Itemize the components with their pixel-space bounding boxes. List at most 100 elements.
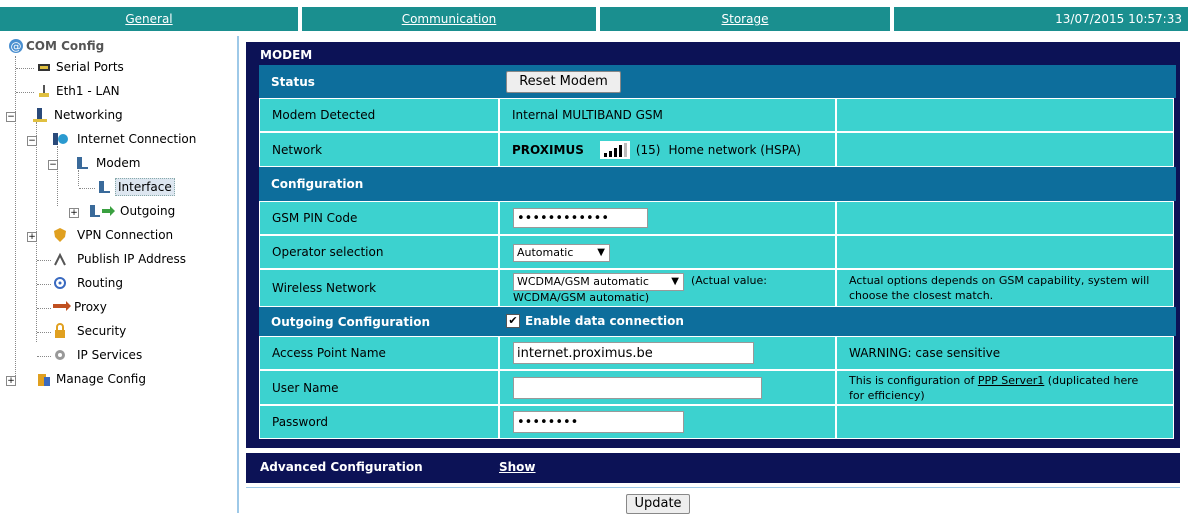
wireless-actual-line1: (Actual value: [691,274,768,287]
enable-data-checkbox[interactable]: ✔ [506,314,520,328]
network-operator: PROXIMUS [512,142,584,157]
username-note-line2: for efficiency) [849,389,925,402]
collapse-internet-connection[interactable]: − [27,136,37,146]
update-button[interactable]: Update [626,494,690,514]
row-password: Password [259,405,1176,439]
lock-icon [55,323,65,338]
tree-item-label: Modem [96,156,141,170]
wireless-actual-line2: WCDMA/GSM automatic) [513,291,650,304]
tree-line [37,308,51,309]
svg-text:@: @ [11,40,22,53]
empty-note [836,405,1174,439]
signal-strength-icon [599,140,630,159]
wireless-note: Actual options depends on GSM capability… [836,269,1174,307]
datetime-display: 13/07/2015 10:57:33 [894,7,1188,31]
advanced-label: Advanced Configuration [260,460,423,474]
gsm-pin-input[interactable] [513,208,648,228]
tree-item-label: Networking [54,108,123,122]
field-label: Access Point Name [259,336,499,370]
at-icon: @ [9,39,23,53]
network-value: PROXIMUS (15) Home network (HSPA) [499,132,836,167]
tree-line [37,284,51,285]
field-label: Network [259,132,499,167]
wireless-note-line1: Actual options depends on GSM capability… [849,274,1150,287]
tree-line [78,170,79,186]
operator-selection-dropdown[interactable]: Automatic ▼ [513,244,610,262]
field-label: User Name [259,370,499,405]
collapse-modem[interactable]: − [48,160,58,170]
row-modem-detected: Modem Detected Internal MULTIBAND GSM [259,98,1176,132]
network-icon [33,108,47,122]
section-configuration: Configuration [259,167,1176,201]
dropdown-value: WCDMA/GSM automatic [517,275,649,288]
panel-title: MODEM [260,48,313,62]
section-status: Status Reset Modem [259,65,1176,98]
internet-icon [53,133,68,145]
tree-item-label: Proxy [74,300,107,314]
section-label: Outgoing Configuration [259,307,499,336]
manage-config-icon [38,374,50,386]
field-label: Modem Detected [259,98,499,132]
tree-item-label: IP Services [77,348,143,362]
tree-line [79,188,95,189]
network-signal: (15) [635,142,661,157]
tree-item-label: Internet Connection [77,132,197,146]
password-cell [499,405,836,439]
tree-line [57,146,58,206]
advanced-configuration-bar: Advanced Configuration Show [246,453,1180,483]
tab-communication[interactable]: Communication [302,7,596,31]
field-label: Operator selection [259,235,499,269]
tree-item-label: Security [77,324,127,338]
empty-note [836,235,1174,269]
sidebar-divider [237,36,239,513]
tab-general[interactable]: General [0,7,298,31]
tree-item-label-selected: Interface [115,178,175,196]
collapse-networking[interactable]: − [6,112,16,122]
row-network: Network PROXIMUS (15) Home network (HSPA… [259,132,1176,167]
ppp-server1-link[interactable]: PPP Server1 [978,374,1044,387]
advanced-show-link[interactable]: Show [499,460,536,474]
tree-root-label: COM Config [26,39,105,53]
chevron-down-icon: ▼ [597,247,605,258]
wireless-network-cell: WCDMA/GSM automatic ▼ (Actual value: WCD… [499,269,836,307]
tab-storage[interactable]: Storage [600,7,890,31]
username-input[interactable] [513,377,762,399]
password-input[interactable] [513,411,684,433]
tree-line [15,56,16,376]
gear-icon [55,350,65,360]
field-label: GSM PIN Code [259,201,499,235]
modem-detected-value: Internal MULTIBAND GSM [499,98,836,132]
dropdown-value: Automatic [517,246,574,259]
expand-manage-config[interactable]: + [6,376,16,386]
serial-port-icon [38,64,50,71]
network-status: Home network (HSPA) [668,142,801,157]
row-apn: Access Point Name WARNING: case sensitiv… [259,336,1176,370]
section-outgoing: Outgoing Configuration ✔ Enable data con… [259,307,1176,336]
apn-input[interactable] [513,342,754,364]
tree-line [37,332,51,333]
field-label: Wireless Network [259,269,499,307]
broadcast-icon [54,252,66,266]
empty-note [836,201,1174,235]
tree-item-label: Publish IP Address [77,252,186,266]
tree-item-label: Eth1 - LAN [56,84,120,98]
wireless-network-dropdown[interactable]: WCDMA/GSM automatic ▼ [513,273,684,291]
expand-outgoing[interactable]: + [69,208,79,218]
username-note: This is configuration of PPP Server1 (du… [836,370,1174,405]
tree-item-label: Serial Ports [56,60,124,74]
enable-data-connection[interactable]: ✔ Enable data connection [506,314,684,328]
expand-vpn[interactable]: + [27,232,37,242]
tree-item-label: Routing [77,276,124,290]
username-cell [499,370,836,405]
reset-modem-button[interactable]: Reset Modem [506,71,621,93]
tree-item-label: VPN Connection [77,228,174,242]
row-wireless-network: Wireless Network WCDMA/GSM automatic ▼ (… [259,269,1176,307]
config-tree: @ COM Config Serial Ports Eth1 - LAN − N… [0,36,236,513]
section-label: Status [259,65,499,98]
routing-icon [54,277,66,289]
interface-icon [99,181,110,193]
lan-icon [39,85,49,97]
tree-line [37,356,51,357]
row-username: User Name This is configuration of PPP S… [259,370,1176,405]
row-operator-selection: Operator selection Automatic ▼ [259,235,1176,269]
